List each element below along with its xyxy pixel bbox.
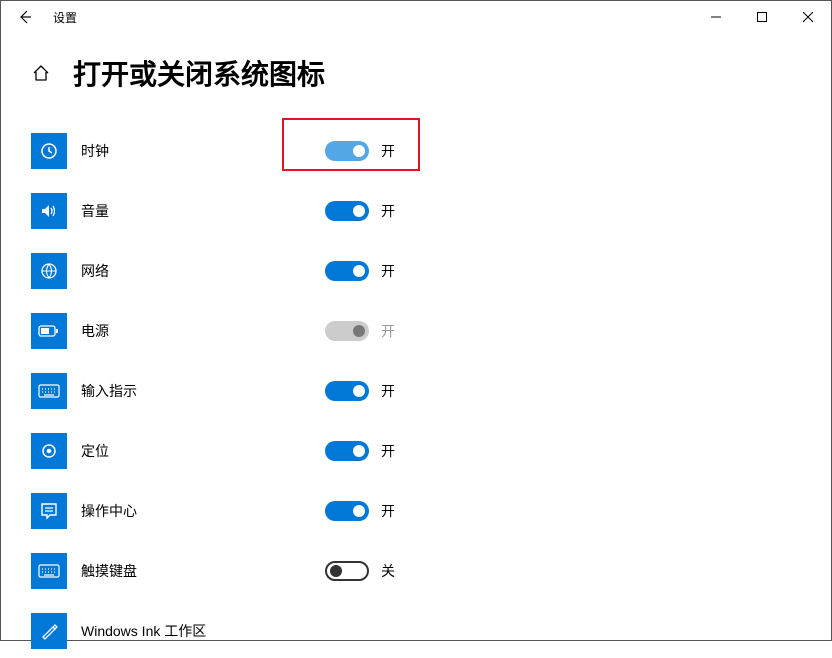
item-label: 输入指示 <box>81 381 281 401</box>
item-volume: 音量 开 <box>31 181 831 241</box>
toggle-location[interactable] <box>325 441 369 461</box>
toggle-power <box>325 321 369 341</box>
toggle-volume[interactable] <box>325 201 369 221</box>
ink-icon <box>31 613 67 649</box>
item-network: 网络 开 <box>31 241 831 301</box>
item-windows-ink: Windows Ink 工作区 <box>31 601 831 658</box>
clock-icon <box>31 133 67 169</box>
back-button[interactable] <box>9 1 41 33</box>
arrow-left-icon <box>18 10 32 24</box>
touch-keyboard-icon <box>31 553 67 589</box>
window-title: 设置 <box>53 9 77 26</box>
maximize-icon <box>757 12 767 22</box>
toggle-touch-keyboard[interactable] <box>325 561 369 581</box>
toggle-state-label: 开 <box>381 141 395 161</box>
volume-icon <box>31 193 67 229</box>
network-icon <box>31 253 67 289</box>
page-title: 打开或关闭系统图标 <box>73 53 325 93</box>
toggle-network[interactable] <box>325 261 369 281</box>
toggle-state-label: 开 <box>381 501 395 521</box>
item-label: 电源 <box>81 321 281 341</box>
window-controls <box>693 1 831 33</box>
item-label: 触摸键盘 <box>81 561 281 581</box>
toggle-state-label: 关 <box>381 561 395 581</box>
keyboard-icon <box>31 373 67 409</box>
item-label: 音量 <box>81 201 281 221</box>
item-label: 定位 <box>81 441 281 461</box>
toggle-state-label: 开 <box>381 201 395 221</box>
close-icon <box>803 12 813 22</box>
toggle-ime[interactable] <box>325 381 369 401</box>
minimize-icon <box>711 12 721 22</box>
toggle-state-label: 开 <box>381 261 395 281</box>
item-action-center: 操作中心 开 <box>31 481 831 541</box>
item-label: 操作中心 <box>81 501 281 521</box>
item-label: 时钟 <box>81 141 281 161</box>
item-label: 网络 <box>81 261 281 281</box>
home-button[interactable] <box>31 63 51 83</box>
item-clock: 时钟 开 <box>31 121 831 181</box>
toggle-state-label: 开 <box>381 381 395 401</box>
item-touch-keyboard: 触摸键盘 关 <box>31 541 831 601</box>
toggle-clock[interactable] <box>325 141 369 161</box>
settings-list: 时钟 开 音量 开 网络 开 电源 开 <box>1 103 831 658</box>
page-header: 打开或关闭系统图标 <box>1 33 831 103</box>
item-location: 定位 开 <box>31 421 831 481</box>
maximize-button[interactable] <box>739 1 785 33</box>
toggle-state-label: 开 <box>381 441 395 461</box>
item-power: 电源 开 <box>31 301 831 361</box>
location-icon <box>31 433 67 469</box>
power-icon <box>31 313 67 349</box>
toggle-action-center[interactable] <box>325 501 369 521</box>
home-icon <box>32 64 50 82</box>
item-ime: 输入指示 开 <box>31 361 831 421</box>
toggle-state-label: 开 <box>381 321 395 341</box>
minimize-button[interactable] <box>693 1 739 33</box>
close-button[interactable] <box>785 1 831 33</box>
item-label: Windows Ink 工作区 <box>81 621 281 641</box>
action-center-icon <box>31 493 67 529</box>
